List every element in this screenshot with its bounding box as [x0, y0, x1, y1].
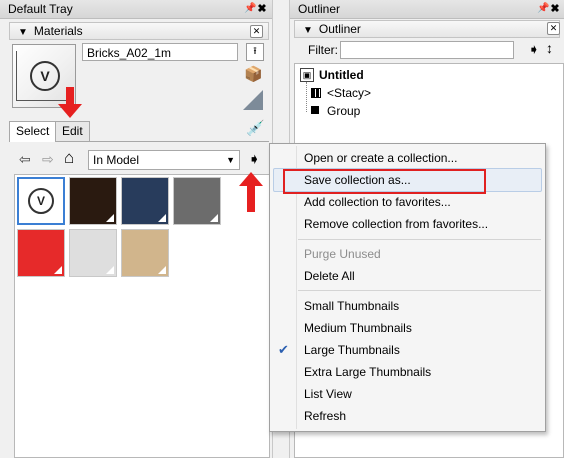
eyedropper-icon[interactable]: 💉 [246, 119, 265, 137]
expand-tree-icon[interactable]: ↕ [546, 40, 553, 56]
outliner-section-title: Outliner [318, 22, 361, 36]
annotation-arrow-down-shaft [66, 87, 74, 105]
menu-item-medium-thumbnails[interactable]: Medium Thumbnails [304, 319, 412, 337]
material-swatch-grid: V [14, 174, 270, 458]
create-material-icon[interactable]: ⭱ [246, 43, 264, 61]
vray-material-icon: V [28, 188, 54, 214]
material-swatch-3[interactable] [121, 177, 169, 225]
collection-select[interactable]: In Model ▼ [88, 150, 240, 170]
material-swatch-6[interactable] [69, 229, 117, 277]
menu-item-add-collection-to-favorites[interactable]: Add collection to favorites... [304, 193, 451, 211]
menu-separator [298, 290, 541, 291]
menu-item-open-or-create-a-collection[interactable]: Open or create a collection... [304, 149, 457, 167]
swatch-corner-icon [106, 266, 114, 274]
forward-arrow-icon[interactable]: ⇨ [42, 151, 54, 168]
menu-item-purge-unused[interactable]: Purge Unused [304, 245, 381, 263]
close-icon[interactable]: ✖ [256, 2, 268, 16]
menu-item-refresh[interactable]: Refresh [304, 407, 346, 425]
outliner-close-icon[interactable]: ✕ [547, 22, 560, 35]
menu-item-large-thumbnails[interactable]: Large Thumbnails [304, 341, 400, 359]
details-arrow-icon[interactable]: ➧ [248, 150, 261, 168]
vray-logo-icon: V [30, 61, 60, 91]
model-icon: ▣ [300, 68, 314, 82]
swatch-corner-icon [158, 266, 166, 274]
material-swatch-1[interactable]: V [17, 177, 65, 225]
tab-edit[interactable]: Edit [55, 121, 90, 141]
menu-item-remove-collection-from-favorites[interactable]: Remove collection from favorites... [304, 215, 488, 233]
details-arrow-icon[interactable]: ➧ [528, 41, 540, 58]
menu-item-small-thumbnails[interactable]: Small Thumbnails [304, 297, 399, 315]
materials-title: Materials [33, 24, 83, 38]
axis-y-icon [16, 51, 17, 101]
menu-separator [298, 239, 541, 240]
component-icon [311, 88, 321, 98]
material-swatch-4[interactable] [173, 177, 221, 225]
axis-x-icon [16, 100, 66, 101]
group-icon [311, 106, 319, 114]
swatch-corner-icon [158, 214, 166, 222]
collection-context-menu: Open or create a collection... Save colle… [269, 143, 546, 432]
swatch-corner-icon [54, 266, 62, 274]
dropdown-caret-icon: ▼ [226, 155, 235, 165]
menu-item-delete-all[interactable]: Delete All [304, 267, 355, 285]
swatch-corner-icon [106, 214, 114, 222]
annotation-arrow-up-shaft [247, 185, 255, 212]
annotation-arrow-down-icon [58, 104, 82, 118]
annotation-arrow-up-icon [239, 172, 263, 186]
paint-bucket-icon[interactable]: 📦 [244, 67, 263, 83]
default-tray-title: Default Tray [0, 0, 272, 19]
default-tray-panel: Default Tray 📌 ✖ ▼ Materials ✕ V Bricks_A… [0, 0, 273, 458]
outliner-tray-title: Outliner [290, 0, 564, 19]
filter-input[interactable] [340, 41, 514, 59]
collection-select-value: In Model [93, 153, 140, 167]
outliner-pin-icon[interactable]: 📌 [537, 3, 549, 15]
material-name-field[interactable]: Bricks_A02_1m [82, 43, 238, 61]
pin-icon[interactable]: 📌 [244, 3, 256, 15]
swatch-corner-icon [210, 214, 218, 222]
tab-select[interactable]: Select [9, 121, 57, 142]
filter-label: Filter: [308, 43, 338, 57]
outliner-close-tray-icon[interactable]: ✖ [549, 2, 561, 16]
home-icon[interactable]: ⌂ [64, 148, 74, 168]
swatch-corner-icon [53, 213, 61, 221]
materials-section-header[interactable]: ▼ Materials [9, 22, 269, 40]
material-swatch-7[interactable] [121, 229, 169, 277]
menu-item-save-collection-as[interactable]: Save collection as... [304, 171, 411, 189]
menu-item-list-view[interactable]: List View [304, 385, 352, 403]
collapse-triangle-icon: ▼ [303, 25, 313, 36]
materials-close-icon[interactable]: ✕ [250, 25, 263, 38]
materials-tabbar: Select Edit [9, 121, 269, 142]
material-swatch-2[interactable] [69, 177, 117, 225]
tree-guide-line [306, 82, 307, 112]
outliner-section-header[interactable]: ▼ Outliner [294, 20, 560, 38]
tree-item-stacy[interactable]: <Stacy> [327, 84, 371, 102]
back-arrow-icon[interactable]: ⇦ [19, 151, 31, 168]
tree-root-untitled[interactable]: Untitled [319, 66, 364, 84]
sample-paint-icon [243, 90, 263, 110]
material-swatch-5[interactable] [17, 229, 65, 277]
menu-item-extra-large-thumbnails[interactable]: Extra Large Thumbnails [304, 363, 431, 381]
collapse-triangle-icon: ▼ [18, 27, 28, 38]
tree-item-group[interactable]: Group [327, 102, 360, 120]
checkmark-icon: ✔ [278, 342, 289, 357]
